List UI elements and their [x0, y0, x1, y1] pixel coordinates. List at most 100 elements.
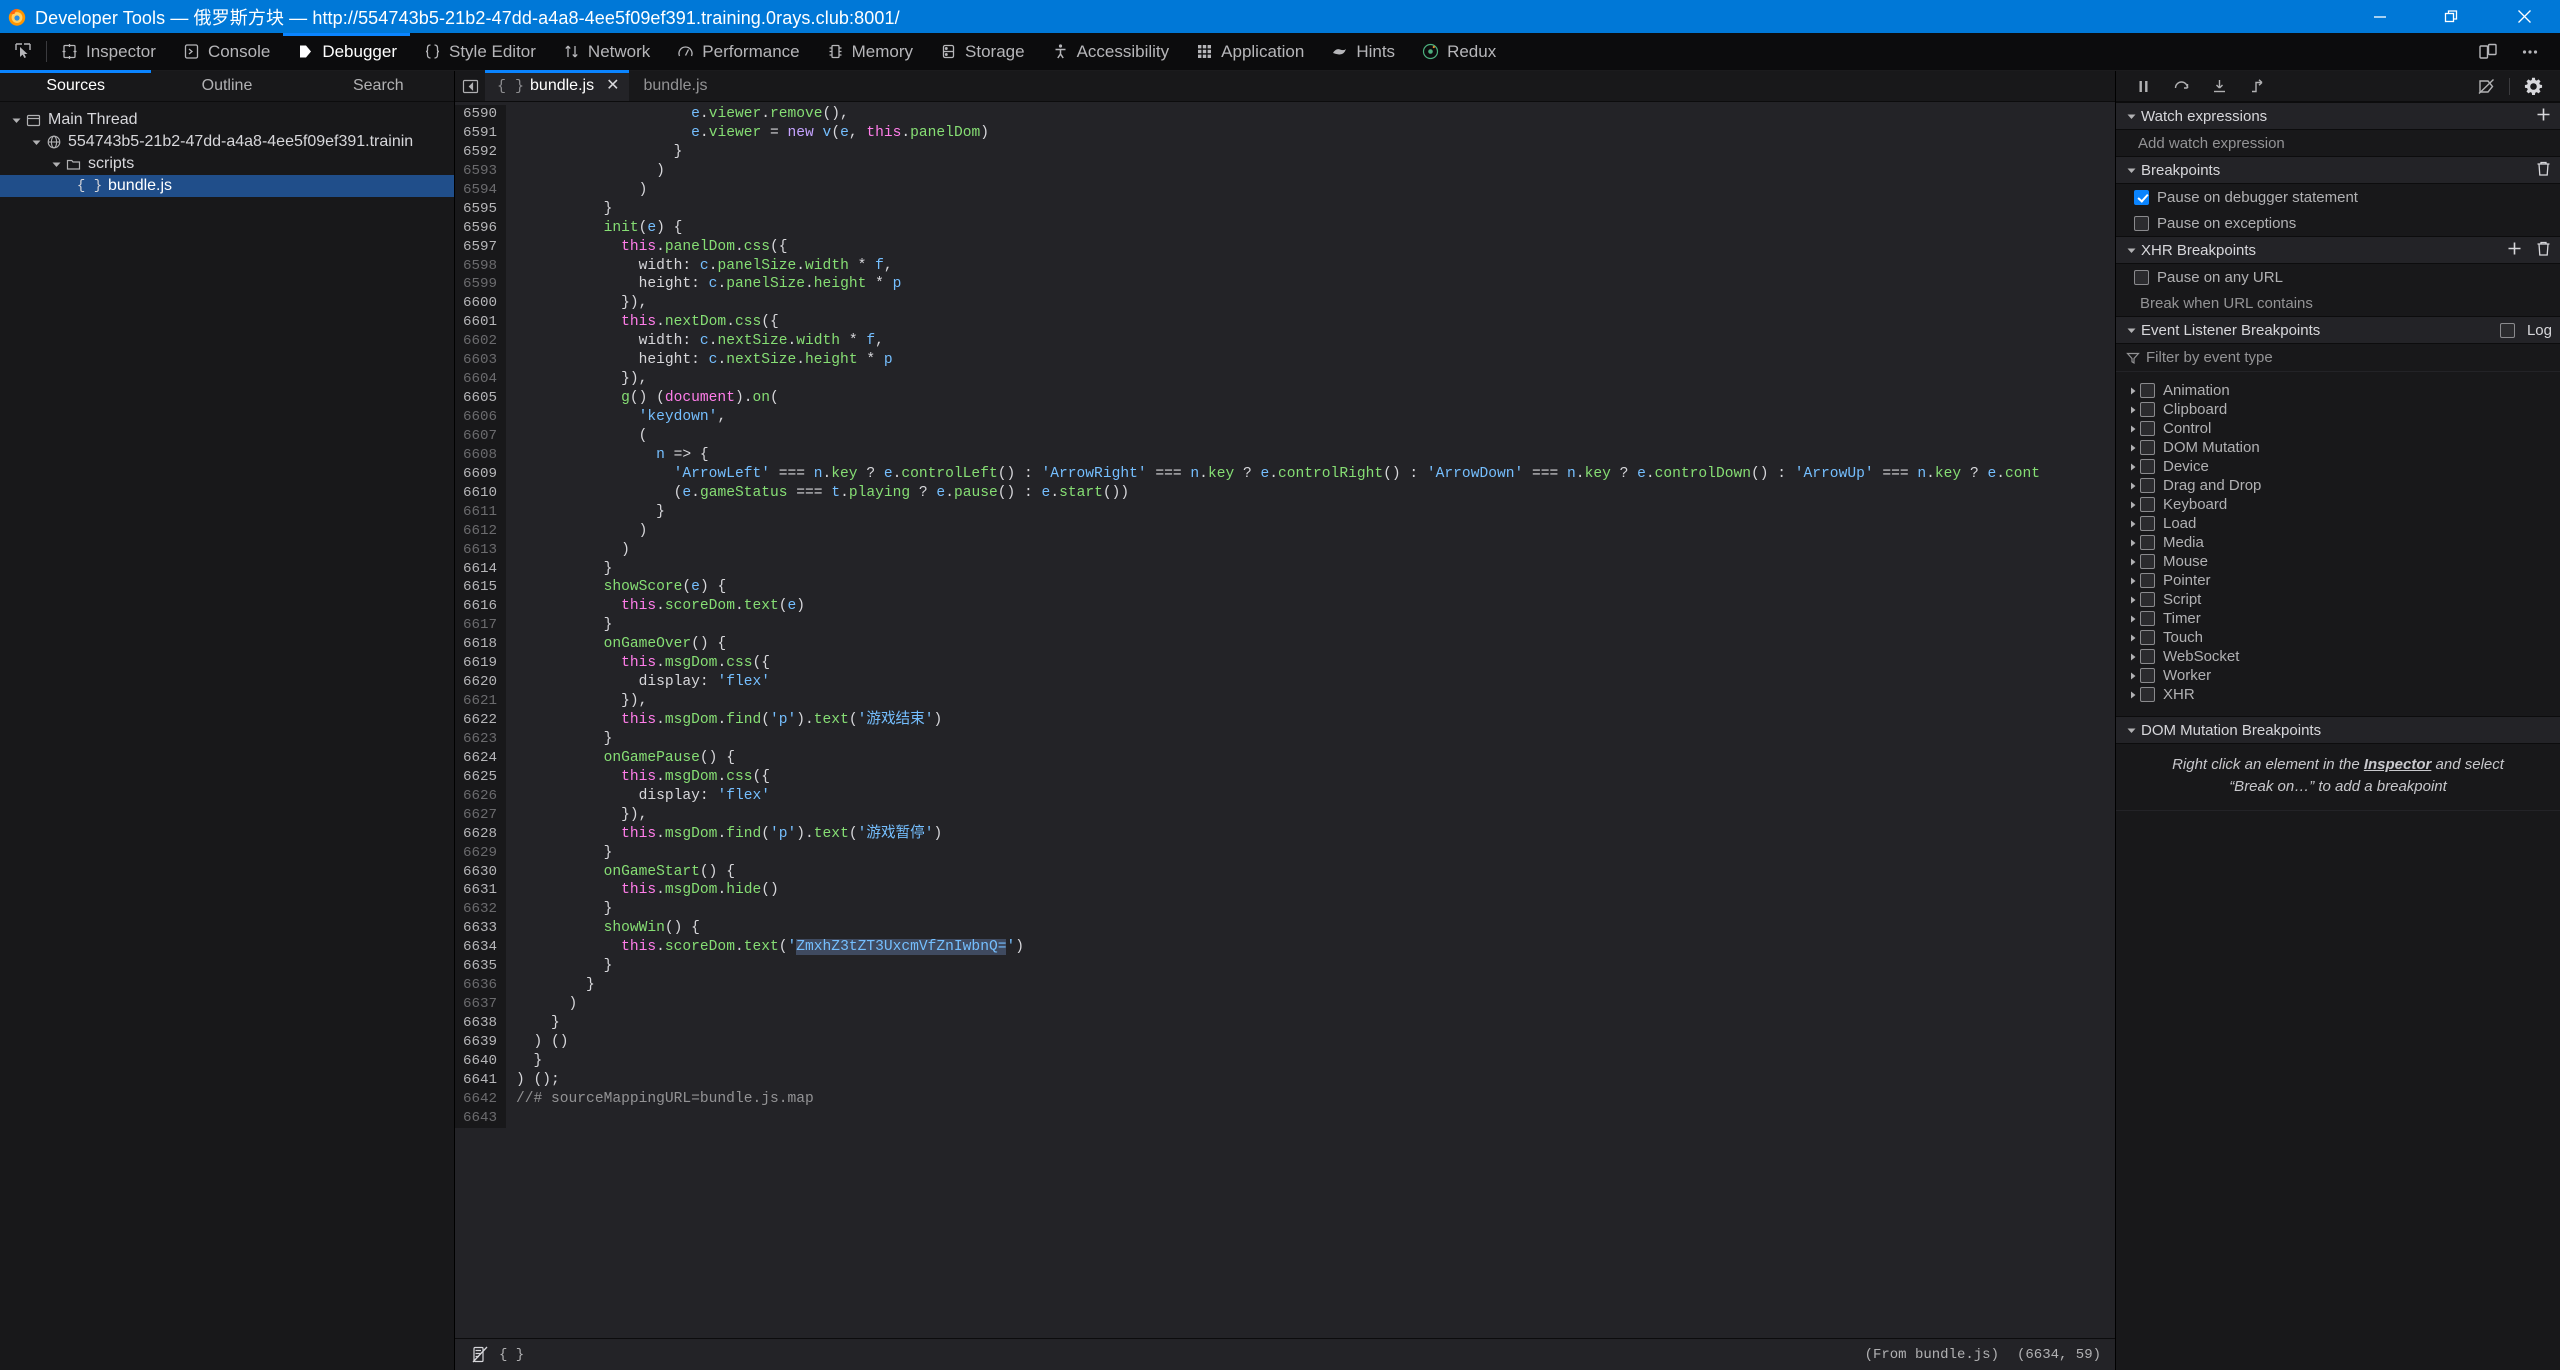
chevron-right-icon[interactable]: [2126, 406, 2140, 414]
section-header-breakpoints[interactable]: Breakpoints: [2116, 156, 2560, 184]
event-category-row[interactable]: Worker: [2116, 666, 2560, 685]
event-category-row[interactable]: Keyboard: [2116, 495, 2560, 514]
code-line[interactable]: 6643: [455, 1109, 2115, 1128]
checkbox[interactable]: [2140, 421, 2155, 436]
code-line[interactable]: 6600 }),: [455, 294, 2115, 313]
code-line[interactable]: 6628 this.msgDom.find('p').text('游戏暂停'): [455, 825, 2115, 844]
checkbox[interactable]: [2140, 630, 2155, 645]
code-line[interactable]: 6604 }),: [455, 370, 2115, 389]
code-line[interactable]: 6590 e.viewer.remove(),: [455, 105, 2115, 124]
tab-style-editor[interactable]: Style Editor: [410, 33, 549, 70]
checkbox[interactable]: [2140, 402, 2155, 417]
line-number[interactable]: 6639: [455, 1033, 506, 1052]
checkbox[interactable]: [2140, 383, 2155, 398]
section-header-xhr-breakpoints[interactable]: XHR Breakpoints: [2116, 236, 2560, 264]
code-line[interactable]: 6591 e.viewer = new v(e, this.panelDom): [455, 124, 2115, 143]
plus-icon[interactable]: [2506, 240, 2523, 261]
code-line[interactable]: 6635 }: [455, 957, 2115, 976]
checkbox[interactable]: [2140, 459, 2155, 474]
code-line[interactable]: 6596 init(e) {: [455, 219, 2115, 238]
event-category-row[interactable]: WebSocket: [2116, 647, 2560, 666]
line-number[interactable]: 6626: [455, 787, 506, 806]
code-line[interactable]: 6601 this.nextDom.css({: [455, 313, 2115, 332]
event-category-row[interactable]: Device: [2116, 457, 2560, 476]
code-line[interactable]: 6629 }: [455, 844, 2115, 863]
line-number[interactable]: 6614: [455, 560, 506, 579]
line-number[interactable]: 6627: [455, 806, 506, 825]
line-number[interactable]: 6592: [455, 143, 506, 162]
code-line[interactable]: 6638 }: [455, 1014, 2115, 1033]
code-line[interactable]: 6608 n => {: [455, 446, 2115, 465]
trash-icon[interactable]: [2535, 160, 2552, 181]
checkbox[interactable]: [2140, 440, 2155, 455]
tree-item-folder-scripts[interactable]: scripts: [0, 153, 454, 175]
line-number[interactable]: 6607: [455, 427, 506, 446]
code-line[interactable]: 6610 (e.gameStatus === t.playing ? e.pau…: [455, 484, 2115, 503]
line-number[interactable]: 6628: [455, 825, 506, 844]
code-line[interactable]: 6599 height: c.panelSize.height * p: [455, 275, 2115, 294]
line-number[interactable]: 6590: [455, 105, 506, 124]
step-in-icon[interactable]: [2200, 71, 2238, 102]
line-number[interactable]: 6624: [455, 749, 506, 768]
code-line[interactable]: 6623 }: [455, 730, 2115, 749]
line-number[interactable]: 6593: [455, 162, 506, 181]
tab-application[interactable]: Application: [1182, 33, 1317, 70]
code-line[interactable]: 6642//# sourceMappingURL=bundle.js.map: [455, 1090, 2115, 1109]
line-number[interactable]: 6609: [455, 465, 506, 484]
code-line[interactable]: 6619 this.msgDom.css({: [455, 654, 2115, 673]
inspector-link[interactable]: Inspector: [2364, 756, 2432, 773]
code-line[interactable]: 6603 height: c.nextSize.height * p: [455, 351, 2115, 370]
line-number[interactable]: 6610: [455, 484, 506, 503]
event-type-filter-input[interactable]: Filter by event type: [2116, 344, 2560, 372]
line-number[interactable]: 6630: [455, 863, 506, 882]
code-line[interactable]: 6624 onGamePause() {: [455, 749, 2115, 768]
checkbox[interactable]: [2134, 270, 2149, 285]
chevron-down-icon[interactable]: [28, 138, 44, 147]
event-category-row[interactable]: Media: [2116, 533, 2560, 552]
chevron-right-icon[interactable]: [2126, 691, 2140, 699]
line-number[interactable]: 6606: [455, 408, 506, 427]
code-line[interactable]: 6627 }),: [455, 806, 2115, 825]
line-number[interactable]: 6603: [455, 351, 506, 370]
chevron-down-icon[interactable]: [2124, 726, 2138, 735]
code-line[interactable]: 6606 'keydown',: [455, 408, 2115, 427]
line-number[interactable]: 6617: [455, 616, 506, 635]
breakpoint-option-pause-on-debugger[interactable]: Pause on debugger statement: [2116, 184, 2560, 210]
line-number[interactable]: 6632: [455, 900, 506, 919]
line-number[interactable]: 6622: [455, 711, 506, 730]
pretty-print-icon[interactable]: [469, 1346, 491, 1363]
line-number[interactable]: 6625: [455, 768, 506, 787]
xhr-option-pause-on-any-url[interactable]: Pause on any URL: [2116, 264, 2560, 290]
tree-item-main-thread[interactable]: Main Thread: [0, 109, 454, 131]
line-number[interactable]: 6599: [455, 275, 506, 294]
code-line[interactable]: 6592 }: [455, 143, 2115, 162]
code-line[interactable]: 6614 }: [455, 560, 2115, 579]
line-number[interactable]: 6621: [455, 692, 506, 711]
line-number[interactable]: 6596: [455, 219, 506, 238]
code-line[interactable]: 6633 showWin() {: [455, 919, 2115, 938]
line-number[interactable]: 6604: [455, 370, 506, 389]
event-category-row[interactable]: Timer: [2116, 609, 2560, 628]
line-number[interactable]: 6623: [455, 730, 506, 749]
skip-pausing-icon[interactable]: [2467, 71, 2505, 102]
checkbox[interactable]: [2140, 516, 2155, 531]
event-category-row[interactable]: Script: [2116, 590, 2560, 609]
code-line[interactable]: 6612 ): [455, 522, 2115, 541]
code-line[interactable]: 6622 this.msgDom.find('p').text('游戏结束'): [455, 711, 2115, 730]
chevron-right-icon[interactable]: [2126, 615, 2140, 623]
tab-network[interactable]: Network: [549, 33, 663, 70]
line-number[interactable]: 6601: [455, 313, 506, 332]
trash-icon[interactable]: [2535, 240, 2552, 261]
event-category-row[interactable]: Drag and Drop: [2116, 476, 2560, 495]
line-number[interactable]: 6600: [455, 294, 506, 313]
editor-tab-bundle-js[interactable]: { } bundle.js ✕: [485, 71, 629, 101]
code-line[interactable]: 6598 width: c.panelSize.width * f,: [455, 257, 2115, 276]
pause-resume-icon[interactable]: [2124, 71, 2162, 102]
tab-inspector[interactable]: Inspector: [47, 33, 169, 70]
breakpoint-option-pause-on-exceptions[interactable]: Pause on exceptions: [2116, 210, 2560, 236]
line-number[interactable]: 6634: [455, 938, 506, 957]
chevron-down-icon[interactable]: [8, 116, 24, 125]
line-number[interactable]: 6636: [455, 976, 506, 995]
line-number[interactable]: 6611: [455, 503, 506, 522]
chevron-down-icon[interactable]: [2124, 166, 2138, 175]
